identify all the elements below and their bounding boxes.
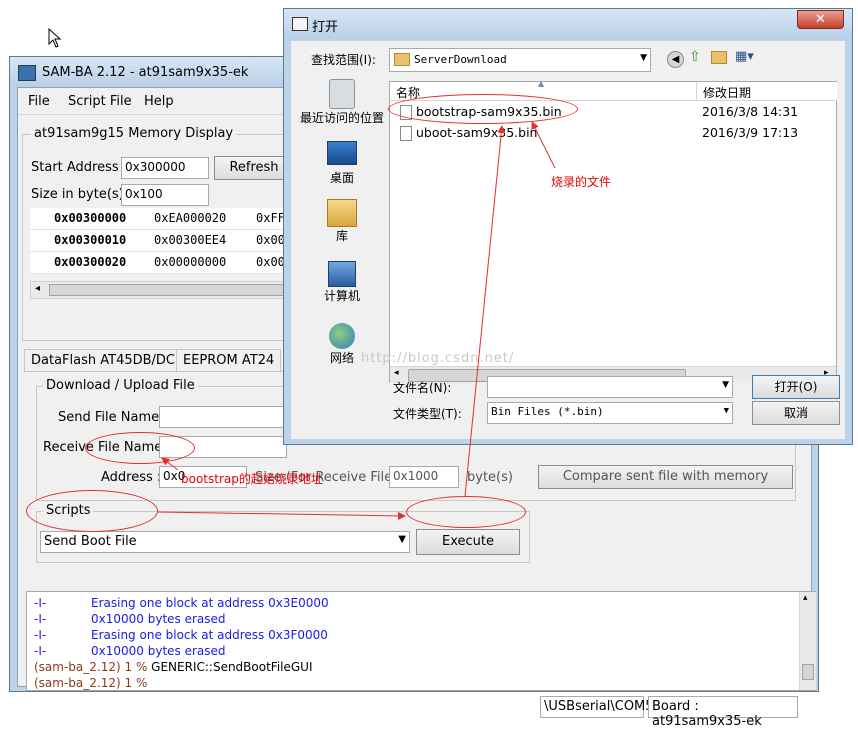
arrow-to-address bbox=[161, 457, 179, 471]
annotation-file-note: 烧录的文件 bbox=[551, 175, 612, 189]
arrow-execute-to-file bbox=[464, 125, 506, 497]
annotation-arrows bbox=[157, 121, 556, 520]
arrow-script-to-execute bbox=[157, 511, 406, 520]
arrow-to-file bbox=[531, 121, 556, 169]
annotation-address-note: bootstrap的起始烧录地址 bbox=[181, 472, 323, 486]
